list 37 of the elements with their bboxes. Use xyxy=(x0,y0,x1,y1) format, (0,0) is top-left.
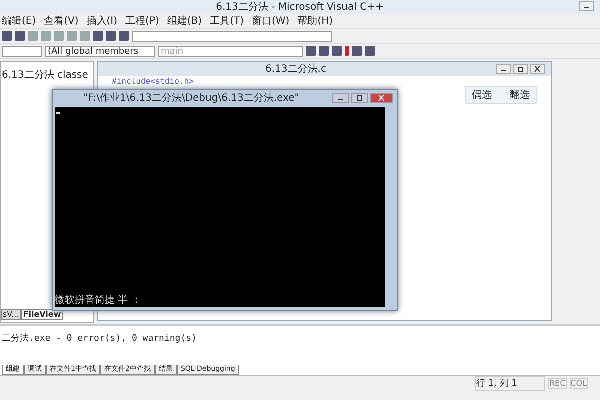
menu-item[interactable]: 帮助(H) xyxy=(298,14,334,28)
text-cursor xyxy=(56,112,60,114)
close-icon xyxy=(534,66,541,72)
ime-status-text: 微软拼音简捷 半 ： xyxy=(55,294,142,307)
console-title: "F:\作业1\6.13二分法\Debug\6.13二分法.exe" xyxy=(82,92,300,105)
class-combo[interactable]: (All global members xyxy=(45,46,155,56)
minimize-button[interactable] xyxy=(332,93,349,103)
scope-combo[interactable] xyxy=(2,46,42,56)
code-line: #include<stdio.h> xyxy=(112,77,195,86)
ime-option[interactable]: 偶选 xyxy=(472,88,492,102)
restore-icon xyxy=(517,66,524,72)
editor-title: 6.13二分法.c xyxy=(264,62,328,76)
menu-item[interactable]: 窗口(W) xyxy=(252,14,290,28)
menu-item[interactable]: 工程(P) xyxy=(126,14,160,28)
workspace-tab[interactable]: FileView xyxy=(21,309,64,320)
ime-option[interactable]: 翻选 xyxy=(510,88,530,102)
restore-button[interactable] xyxy=(513,64,528,74)
cursor-position: 行 1, 列 1 xyxy=(475,376,546,390)
status-indicator: REC xyxy=(548,378,567,388)
menu-item[interactable]: 组建(B) xyxy=(167,14,202,28)
menu-item[interactable]: 查看(V) xyxy=(44,14,79,28)
menu-item[interactable]: 编辑(E) xyxy=(2,14,36,28)
close-button[interactable] xyxy=(370,93,393,103)
menu-item[interactable]: 插入(I) xyxy=(86,14,118,28)
minimize-button[interactable] xyxy=(579,1,594,11)
maximize-icon xyxy=(356,95,363,101)
minimize-button[interactable] xyxy=(496,64,511,74)
maximize-button[interactable] xyxy=(351,93,368,103)
close-icon xyxy=(378,95,385,101)
find-combo[interactable] xyxy=(132,30,332,42)
status-indicator: COL xyxy=(570,378,588,388)
output-line: 二分法.exe - 0 error(s), 0 warning(s) xyxy=(2,332,198,345)
menu-item[interactable]: 工具(T) xyxy=(210,14,244,28)
close-button[interactable] xyxy=(530,64,545,74)
workspace-tab[interactable]: sV... xyxy=(1,309,22,320)
window-title: 6.13二分法 - Microsoft Visual C++ xyxy=(216,0,384,14)
class-tree-item[interactable]: 6.13二分法 classe xyxy=(1,62,93,82)
